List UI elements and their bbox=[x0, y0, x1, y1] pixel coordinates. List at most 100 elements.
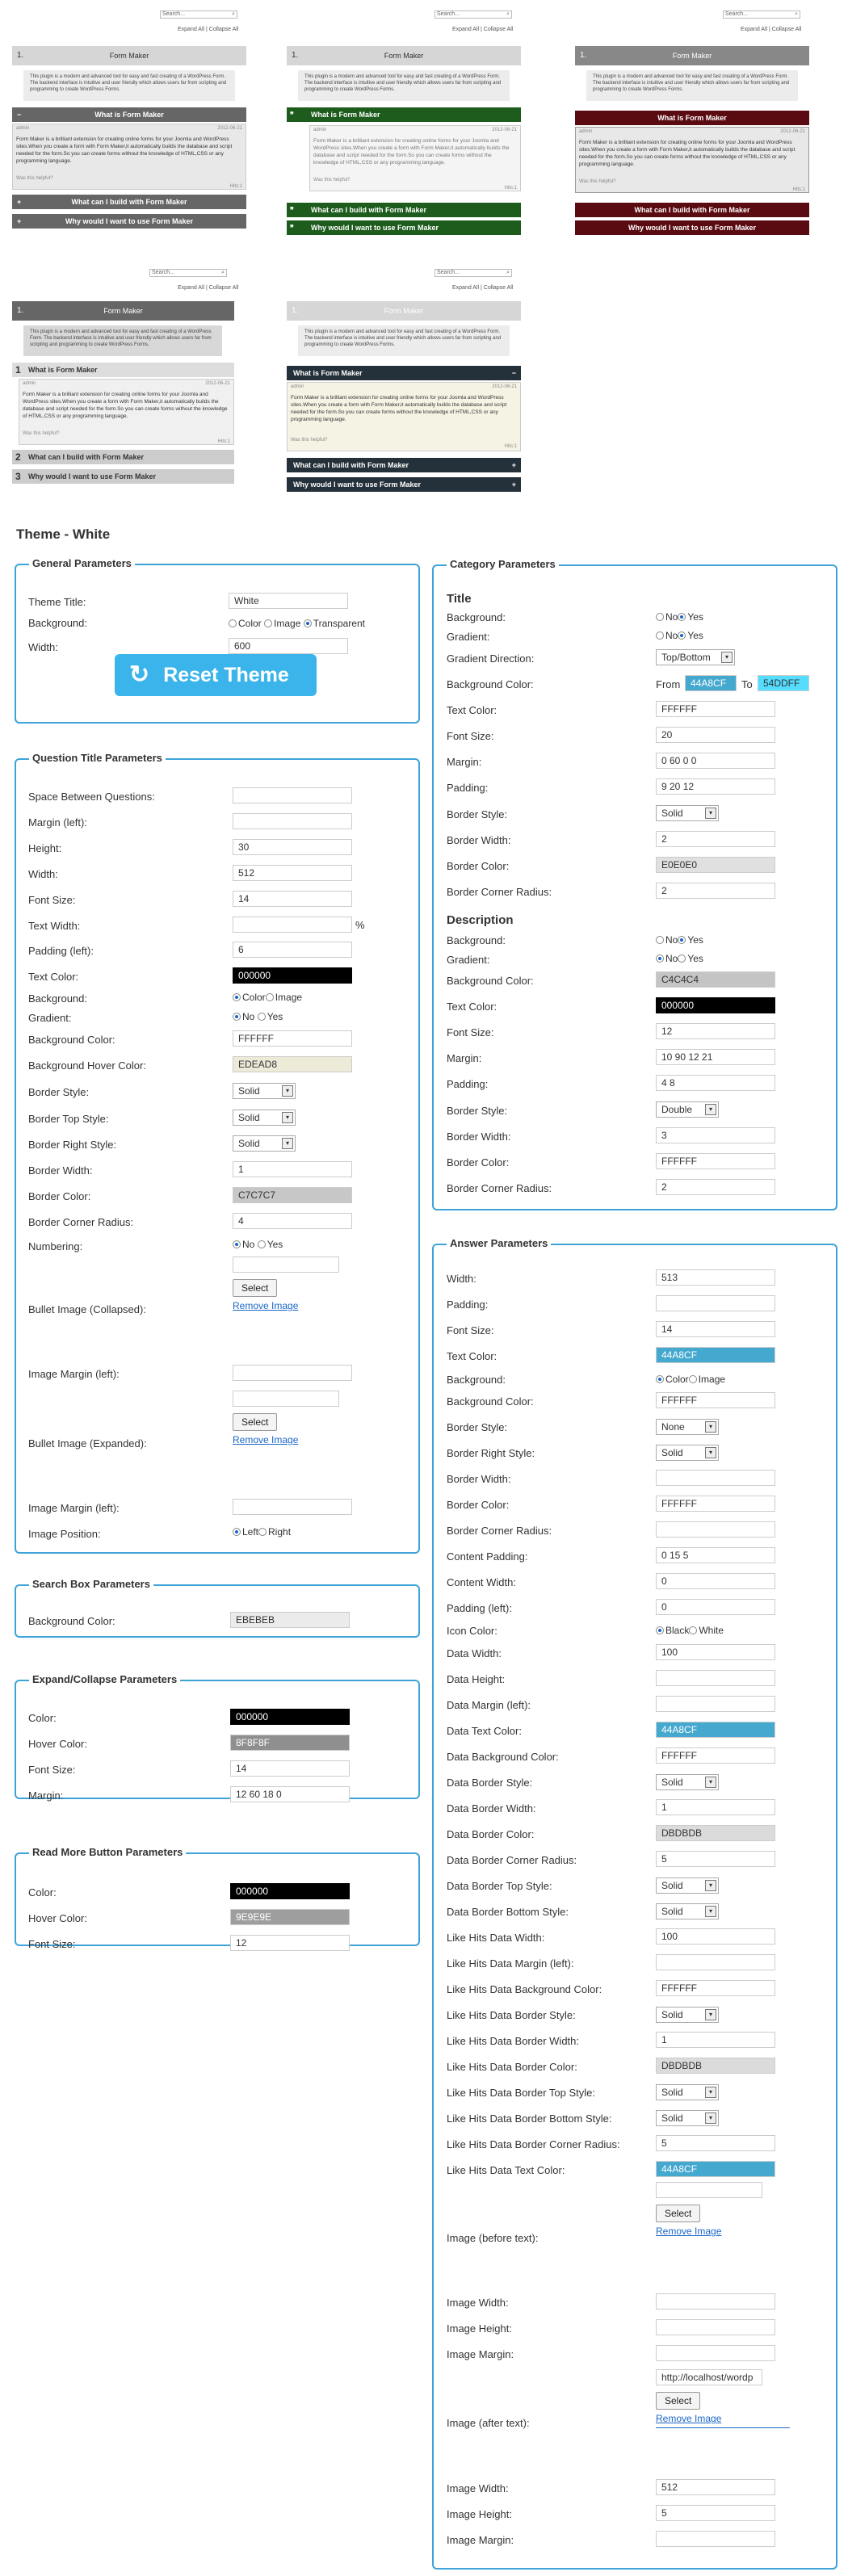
font-size-input[interactable]: 14 bbox=[230, 1760, 350, 1777]
like-hits-border-style-select[interactable]: Solid ▾ bbox=[656, 2007, 719, 2023]
gradient-from-input[interactable]: 44A8CF bbox=[685, 675, 737, 691]
content-width-input[interactable]: 0 bbox=[656, 1573, 775, 1589]
gradient-to-input[interactable]: 54DDFF bbox=[758, 675, 809, 691]
expand-collapse-link[interactable]: Expand All | Collapse All bbox=[452, 285, 513, 291]
expand-collapse-link[interactable]: Expand All | Collapse All bbox=[741, 27, 801, 32]
search-bg-input[interactable]: EBEBEB bbox=[230, 1612, 350, 1628]
width-input[interactable]: 513 bbox=[656, 1269, 775, 1286]
question-title[interactable]: 3 Why would I want to use Form Maker bbox=[12, 469, 234, 484]
like-hits-border-color-input[interactable]: DBDBDB bbox=[656, 2058, 775, 2074]
padding-left-input[interactable]: 0 bbox=[656, 1599, 775, 1615]
text-color-input[interactable]: FFFFFF bbox=[656, 701, 775, 717]
hover-color-input[interactable]: 8F8F8F bbox=[230, 1735, 350, 1751]
image-margin-left-input[interactable] bbox=[233, 1365, 352, 1381]
question-title[interactable]: − What is Form Maker bbox=[12, 107, 246, 122]
question-title[interactable]: 2 What can I build with Form Maker bbox=[12, 450, 234, 464]
theme-preview-4[interactable]: Search... ⌕ Expand All | Collapse All 1. … bbox=[12, 262, 246, 505]
image-width-input[interactable] bbox=[656, 2293, 775, 2310]
question-title[interactable]: ❞ Why would I want to use Form Maker bbox=[287, 220, 521, 235]
image-height-input[interactable] bbox=[656, 2319, 775, 2335]
width-input[interactable]: 600 bbox=[229, 638, 348, 654]
background-radio-group[interactable]: Color Image bbox=[233, 992, 302, 1003]
bullet-expanded-input[interactable] bbox=[233, 1391, 339, 1407]
border-style-select[interactable]: Double ▾ bbox=[656, 1101, 719, 1118]
border-right-style-select[interactable]: Solid ▾ bbox=[233, 1135, 296, 1152]
margin-input[interactable]: 12 60 18 0 bbox=[230, 1786, 350, 1802]
search-input[interactable]: Search... ⌕ bbox=[434, 10, 512, 19]
question-title[interactable]: What can I build with Form Maker + bbox=[287, 458, 521, 472]
text-color-input[interactable]: 000000 bbox=[233, 967, 352, 984]
question-title[interactable]: ❞ What is Form Maker bbox=[287, 107, 521, 122]
border-color-input[interactable]: E0E0E0 bbox=[656, 857, 775, 873]
border-color-input[interactable]: FFFFFF bbox=[656, 1153, 775, 1169]
question-title[interactable]: What is Form Maker − bbox=[287, 366, 521, 380]
data-bg-color-input[interactable]: FFFFFF bbox=[656, 1747, 775, 1764]
search-input[interactable]: Search... ⌕ bbox=[434, 269, 512, 277]
font-size-input[interactable]: 12 bbox=[656, 1023, 775, 1039]
like-hits-bg-input[interactable]: FFFFFF bbox=[656, 1980, 775, 1996]
remove-image-link[interactable]: Remove Image bbox=[233, 1300, 298, 1311]
image-width-input[interactable]: 512 bbox=[656, 2479, 775, 2495]
data-width-input[interactable]: 100 bbox=[656, 1644, 775, 1660]
select-button[interactable]: Select bbox=[656, 2205, 701, 2222]
font-size-input[interactable]: 20 bbox=[656, 727, 775, 743]
border-radius-input[interactable]: 4 bbox=[233, 1213, 352, 1229]
expand-collapse-link[interactable]: Expand All | Collapse All bbox=[452, 27, 513, 32]
image-before-input[interactable] bbox=[656, 2182, 762, 2198]
image-margin-input[interactable] bbox=[656, 2345, 775, 2361]
numbering-radio-group[interactable]: No Yes bbox=[233, 1239, 283, 1250]
hover-color-input[interactable]: 9E9E9E bbox=[230, 1909, 350, 1925]
question-title[interactable]: ❞ What can I build with Form Maker bbox=[287, 203, 521, 217]
border-style-select[interactable]: Solid ▾ bbox=[233, 1083, 296, 1099]
padding-input[interactable]: 9 20 12 bbox=[656, 778, 775, 795]
theme-preview-5[interactable]: Search... ⌕ Expand All | Collapse All 1. … bbox=[287, 262, 521, 505]
data-border-color-input[interactable]: DBDBDB bbox=[656, 1825, 775, 1841]
background-radio-group[interactable]: No Yes bbox=[656, 611, 703, 623]
border-color-input[interactable]: FFFFFF bbox=[656, 1496, 775, 1512]
data-border-radius-input[interactable]: 5 bbox=[656, 1851, 775, 1867]
bullet-collapsed-input[interactable] bbox=[233, 1257, 339, 1273]
select-button[interactable]: Select bbox=[233, 1279, 278, 1297]
border-width-input[interactable]: 1 bbox=[233, 1161, 352, 1177]
question-title[interactable]: + Why would I want to use Form Maker bbox=[12, 214, 246, 229]
width-input[interactable]: 512 bbox=[233, 865, 352, 881]
border-top-style-select[interactable]: Solid ▾ bbox=[233, 1110, 296, 1126]
margin-left-input[interactable] bbox=[233, 813, 352, 829]
color-input[interactable]: 000000 bbox=[230, 1883, 350, 1899]
border-style-select[interactable]: None ▾ bbox=[656, 1419, 719, 1435]
select-button[interactable]: Select bbox=[233, 1413, 278, 1431]
image-after-input[interactable]: http://localhost/wordp bbox=[656, 2369, 762, 2385]
question-title[interactable]: Why would I want to use Form Maker bbox=[575, 220, 809, 235]
theme-title-input[interactable]: White bbox=[229, 593, 348, 609]
background-color-input[interactable]: FFFFFF bbox=[233, 1030, 352, 1047]
like-hits-border-width-input[interactable]: 1 bbox=[656, 2032, 775, 2048]
gradient-radio-group[interactable]: No Yes bbox=[233, 1011, 283, 1022]
margin-input[interactable]: 0 60 0 0 bbox=[656, 753, 775, 769]
remove-image-link[interactable]: Remove Image bbox=[656, 2413, 721, 2424]
expand-collapse-link[interactable]: Expand All | Collapse All bbox=[178, 285, 238, 291]
gradient-radio-group[interactable]: No Yes bbox=[656, 630, 703, 641]
image-position-radio-group[interactable]: Left Right bbox=[233, 1526, 291, 1538]
theme-preview-3[interactable]: Search... ⌕ Expand All | Collapse All 1. … bbox=[575, 4, 809, 246]
expand-collapse-link[interactable]: Expand All | Collapse All bbox=[178, 27, 238, 32]
data-border-bottom-select[interactable]: Solid ▾ bbox=[656, 1903, 719, 1919]
background-radio-group[interactable]: Color Image bbox=[656, 1374, 725, 1385]
data-text-color-input[interactable]: 44A8CF bbox=[656, 1722, 775, 1738]
background-hover-input[interactable]: EDEAD8 bbox=[233, 1056, 352, 1072]
text-width-input[interactable] bbox=[233, 917, 352, 933]
question-title[interactable]: What is Form Maker bbox=[575, 111, 809, 125]
border-width-input[interactable] bbox=[656, 1470, 775, 1486]
image-margin-input[interactable] bbox=[656, 2531, 775, 2547]
margin-input[interactable]: 10 90 12 21 bbox=[656, 1049, 775, 1065]
padding-input[interactable]: 4 8 bbox=[656, 1075, 775, 1091]
gradient-radio-group[interactable]: No Yes bbox=[656, 953, 703, 964]
data-height-input[interactable] bbox=[656, 1670, 775, 1686]
font-size-input[interactable]: 12 bbox=[230, 1935, 350, 1951]
content-padding-input[interactable]: 0 15 5 bbox=[656, 1547, 775, 1563]
background-radio-group[interactable]: Color Image Transparent bbox=[229, 618, 365, 629]
question-title[interactable]: 1 What is Form Maker bbox=[12, 363, 234, 377]
border-radius-input[interactable] bbox=[656, 1521, 775, 1538]
text-color-input[interactable]: 000000 bbox=[656, 997, 775, 1013]
question-title[interactable]: Why would I want to use Form Maker + bbox=[287, 477, 521, 492]
theme-preview-1[interactable]: Search... ⌕ Expand All | Collapse All 1. … bbox=[12, 4, 246, 246]
